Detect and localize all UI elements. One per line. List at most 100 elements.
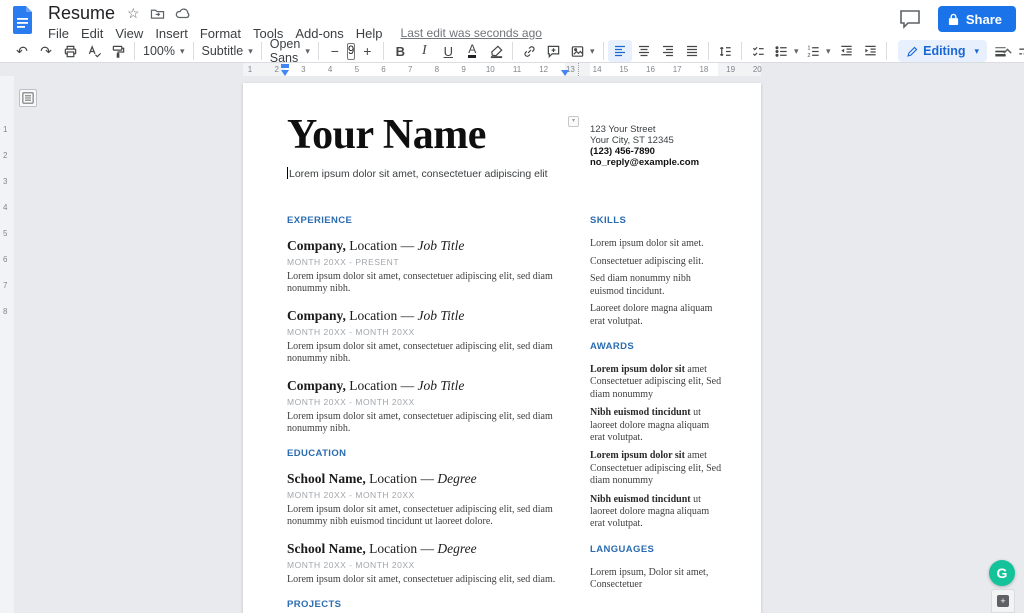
experience-heading: EXPERIENCE	[287, 215, 573, 226]
align-center-button[interactable]	[632, 40, 656, 62]
bulleted-list-button[interactable]: ▾	[770, 40, 802, 62]
text-color-button[interactable]: A	[460, 40, 484, 62]
chevron-down-icon: ▾	[248, 46, 253, 57]
star-icon[interactable]: ☆	[127, 6, 140, 20]
award-item: Lorem ipsum dolor sit amet Consectetuer …	[590, 364, 722, 401]
border-dash-button[interactable]	[1012, 40, 1024, 62]
paint-format-button[interactable]	[106, 40, 130, 62]
award-title: Nibh euismod tincidunt	[590, 407, 691, 418]
document-title[interactable]: Resume	[46, 3, 117, 24]
decrease-font-size-button[interactable]: −	[323, 40, 347, 62]
zoom-value: 100%	[143, 44, 175, 58]
company-location: Location	[349, 238, 397, 253]
print-button[interactable]	[58, 40, 82, 62]
skills-heading: SKILLS	[590, 215, 722, 226]
editing-mode-label: Editing	[923, 44, 965, 58]
award-title: Nibh euismod tincidunt	[590, 494, 691, 505]
document-page[interactable]: Your Name Lorem ipsum dolor sit amet, co…	[243, 83, 761, 613]
separator-dash: —	[401, 378, 415, 393]
grammarly-icon[interactable]: G	[989, 560, 1015, 586]
side-panel-widget-button[interactable]: +	[991, 589, 1015, 613]
company-name: Company,	[287, 308, 346, 323]
contact-block[interactable]: 123 Your Street Your City, ST 12345 (123…	[590, 124, 699, 168]
languages-text: Lorem ipsum, Dolor sit amet, Consectetue…	[590, 567, 722, 592]
skill-item: Laoreet dolore magna aliquam erat volutp…	[590, 303, 722, 328]
entry-body: Lorem ipsum dolor sit amet, consectetuer…	[287, 271, 573, 295]
entry-dates: MONTH 20XX - PRESENT	[287, 257, 573, 267]
font-size-input[interactable]: 9	[347, 43, 355, 60]
show-outline-button[interactable]	[19, 89, 37, 107]
resume-left-column[interactable]: EXPERIENCE Company, Location — Job Title…	[287, 215, 573, 613]
checklist-button[interactable]	[746, 40, 770, 62]
text-color-glyph: A	[468, 44, 476, 58]
spellcheck-button[interactable]	[82, 40, 106, 62]
numbered-list-button[interactable]: 12 ▾	[802, 40, 834, 62]
cloud-saved-icon[interactable]	[175, 7, 191, 19]
experience-entry: Company, Location — Job Title MONTH 20XX…	[287, 308, 573, 365]
chevron-down-icon: ▾	[974, 46, 979, 57]
align-left-button[interactable]	[608, 40, 632, 62]
share-button-label: Share	[966, 12, 1002, 27]
contact-phone: (123) 456-7890	[590, 146, 699, 157]
chevron-down-icon: ▾	[826, 46, 831, 57]
insert-link-button[interactable]	[517, 40, 541, 62]
tagline-text: Lorem ipsum dolor sit amet, consectetuer…	[289, 168, 548, 180]
entry-body: Lorem ipsum dolor sit amet, consectetuer…	[287, 574, 573, 586]
paragraph-style-select[interactable]: Subtitle ▾	[198, 40, 257, 62]
awards-heading: AWARDS	[590, 341, 722, 352]
separator-dash: —	[420, 471, 434, 486]
align-justify-button[interactable]	[680, 40, 704, 62]
right-indent-marker[interactable]	[561, 70, 569, 76]
company-name: Company,	[287, 238, 346, 253]
school-name: School Name,	[287, 541, 366, 556]
font-select[interactable]: Open Sans ▾	[266, 40, 314, 62]
table-cell-menu-button[interactable]: ▾	[568, 116, 579, 127]
highlight-color-button[interactable]	[484, 40, 508, 62]
entry-body: Lorem ipsum dolor sit amet, consectetuer…	[287, 411, 573, 435]
add-comment-button[interactable]	[541, 40, 565, 62]
bold-button[interactable]: B	[388, 40, 412, 62]
school-location: Location	[369, 471, 417, 486]
chevron-up-icon	[1001, 45, 1014, 58]
vertical-ruler[interactable]: 12345678	[0, 76, 14, 613]
app-header: Resume ☆ File Edit View Insert Format To…	[0, 0, 1024, 63]
widget-plus-icon: +	[997, 595, 1009, 607]
table-column-divider[interactable]	[578, 63, 579, 76]
share-button[interactable]: Share	[938, 6, 1016, 32]
underline-button[interactable]: U	[436, 40, 460, 62]
job-title: Job Title	[418, 378, 465, 393]
education-heading: EDUCATION	[287, 448, 573, 459]
increase-indent-button[interactable]	[858, 40, 882, 62]
separator-dash: —	[401, 238, 415, 253]
undo-button[interactable]: ↶	[10, 40, 34, 62]
separator-dash: —	[401, 308, 415, 323]
chevron-down-icon: ▾	[180, 46, 185, 57]
resume-right-column[interactable]: SKILLS Lorem ipsum dolor sit amet. Conse…	[590, 215, 722, 592]
entry-dates: MONTH 20XX - MONTH 20XX	[287, 397, 573, 407]
redo-button[interactable]: ↷	[34, 40, 58, 62]
skill-item: Sed diam nonummy nibh euismod tincidunt.	[590, 273, 722, 298]
align-right-button[interactable]	[656, 40, 680, 62]
zoom-select[interactable]: 100% ▾	[139, 40, 189, 62]
move-folder-icon[interactable]	[150, 7, 165, 20]
decrease-indent-button[interactable]	[834, 40, 858, 62]
education-entry: School Name, Location — Degree MONTH 20X…	[287, 541, 573, 586]
separator-dash: —	[420, 541, 434, 556]
open-comments-button[interactable]	[892, 4, 928, 34]
job-title: Job Title	[418, 238, 465, 253]
line-spacing-button[interactable]	[713, 40, 737, 62]
last-edit-link[interactable]: Last edit was seconds ago	[401, 26, 542, 40]
toolbar-collapse-button[interactable]	[1001, 45, 1014, 58]
entry-dates: MONTH 20XX - MONTH 20XX	[287, 490, 573, 500]
left-indent-marker[interactable]	[281, 70, 289, 76]
resume-name-heading[interactable]: Your Name	[287, 111, 486, 159]
insert-image-button[interactable]: ▾	[565, 40, 599, 62]
horizontal-ruler[interactable]: 1234567891011121314151617181920	[243, 63, 761, 76]
resume-tagline[interactable]: Lorem ipsum dolor sit amet, consectetuer…	[287, 167, 548, 180]
italic-button[interactable]: I	[412, 40, 436, 62]
skill-item: Lorem ipsum dolor sit amet.	[590, 238, 722, 251]
languages-heading: LANGUAGES	[590, 544, 722, 555]
google-docs-logo-icon[interactable]	[12, 6, 34, 34]
editing-mode-button[interactable]: Editing ▾	[898, 40, 987, 62]
increase-font-size-button[interactable]: +	[355, 40, 379, 62]
